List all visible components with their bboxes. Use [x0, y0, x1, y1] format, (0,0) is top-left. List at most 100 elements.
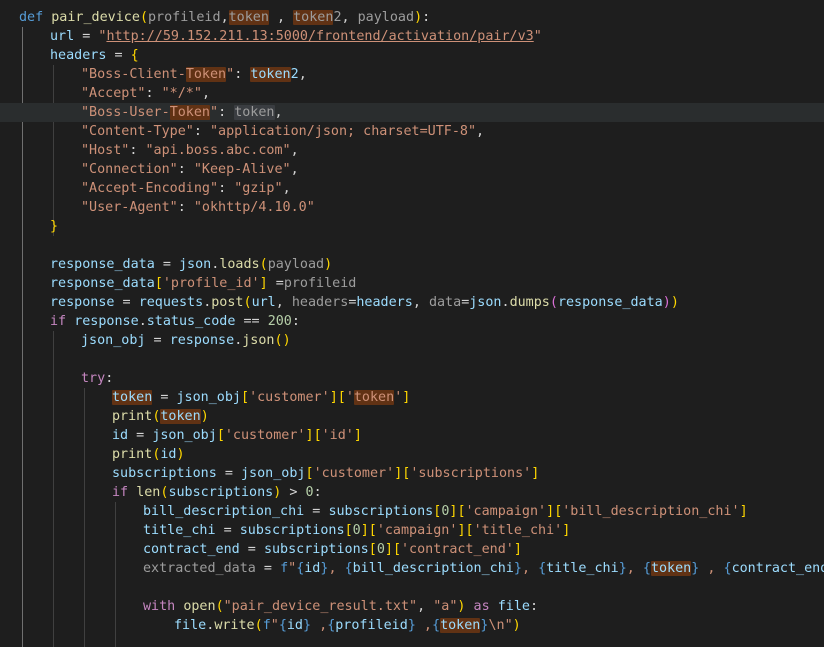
code-token: try	[81, 371, 106, 386]
code-token: def	[19, 10, 44, 25]
code-line[interactable]	[0, 350, 824, 369]
code-token: open	[183, 599, 216, 614]
code-token: ,	[415, 618, 432, 633]
code-token: "Boss-Client-	[81, 67, 186, 82]
code-token: )	[200, 409, 209, 424]
code-line[interactable]: "Accept-Encoding": "gzip",	[0, 179, 824, 198]
code-token: "api.boss.abc.com"	[145, 143, 291, 158]
code-token: token	[112, 390, 153, 405]
code-token: id	[112, 428, 129, 443]
code-line[interactable]: file.write(f"{id} ,{profileid} ,{token}\…	[0, 616, 824, 635]
code-token: ==	[235, 314, 268, 329]
code-line[interactable]: response = requests.post(url, headers=he…	[0, 293, 824, 312]
code-line[interactable]: print(token)	[0, 407, 824, 426]
code-token: headers	[356, 295, 413, 310]
code-line[interactable]	[0, 578, 824, 597]
code-token: subscriptions	[112, 466, 217, 481]
code-token: [	[368, 542, 377, 557]
code-token: =	[154, 257, 179, 272]
code-token: 200	[267, 314, 292, 329]
code-line[interactable]: }	[0, 217, 824, 236]
code-line[interactable]: "Host": "api.boss.abc.com",	[0, 141, 824, 160]
code-token: ,	[274, 105, 283, 120]
code-editor[interactable]: def pair_device(profileid,token , token2…	[0, 0, 824, 647]
code-line[interactable]	[0, 236, 824, 255]
code-token: json	[179, 257, 212, 272]
code-token: >	[281, 485, 306, 500]
code-token: )	[324, 257, 333, 272]
code-token: id	[304, 561, 321, 576]
code-line[interactable]: token = json_obj['customer']['token']	[0, 388, 824, 407]
code-token: file	[497, 599, 530, 614]
code-token: "application/json; charset=UTF-8"	[210, 124, 477, 139]
code-token: ,	[290, 162, 299, 177]
code-token: ,	[220, 10, 229, 25]
code-line-text: with open("pair_device_result.txt", "a")…	[143, 597, 538, 616]
code-token: :	[422, 10, 431, 25]
code-token: ]	[305, 428, 314, 443]
code-line-text: print(id)	[112, 445, 185, 464]
code-token: with	[143, 599, 176, 614]
code-token: }	[303, 618, 312, 633]
code-line[interactable]: with open("pair_device_result.txt", "a")…	[0, 597, 824, 616]
code-line[interactable]: contract_end = subscriptions[0]['contrac…	[0, 540, 824, 559]
code-line[interactable]: response_data['profile_id'] =profileid	[0, 274, 824, 293]
code-line[interactable]: "Boss-User-Token": token,	[0, 103, 824, 122]
code-token: ,	[275, 295, 292, 310]
code-token: file	[174, 618, 207, 633]
code-token: "User-Agent"	[81, 200, 178, 215]
code-token: 2	[333, 10, 342, 25]
code-token: ,	[476, 124, 485, 139]
code-line[interactable]: response_data = json.loads(payload)	[0, 255, 824, 274]
code-line[interactable]: headers = {	[0, 46, 824, 65]
code-token: {	[344, 561, 353, 576]
code-line[interactable]: "User-Agent": "okhttp/4.10.0"	[0, 198, 824, 217]
code-line-text: "Host": "api.boss.abc.com",	[81, 141, 299, 160]
code-line[interactable]: url = "http://59.152.211.13:5000/fronten…	[0, 27, 824, 46]
code-token: 'customer'	[249, 390, 330, 405]
code-token: "	[226, 67, 235, 82]
code-line-text: "Boss-User-Token": token,	[81, 103, 283, 122]
code-line-text: "Connection": "Keep-Alive",	[81, 160, 299, 179]
code-token: Token	[185, 67, 227, 82]
code-token: }	[618, 561, 627, 576]
code-token: =	[128, 428, 153, 443]
code-token: \n	[488, 618, 505, 633]
code-line[interactable]: extracted_data = f"{id}, {bill_descripti…	[0, 559, 824, 578]
code-line[interactable]: "Accept": "*/*",	[0, 84, 824, 103]
code-line[interactable]: title_chi = subscriptions[0]['campaign']…	[0, 521, 824, 540]
code-token: payload	[357, 10, 415, 25]
code-token: response	[50, 295, 115, 310]
code-token: "	[288, 561, 297, 576]
code-line[interactable]: if len(subscriptions) > 0:	[0, 483, 824, 502]
code-line[interactable]: bill_description_chi = subscriptions[0][…	[0, 502, 824, 521]
code-token: {	[538, 561, 547, 576]
code-token: [	[313, 428, 322, 443]
code-line[interactable]: try:	[0, 369, 824, 388]
code-line[interactable]: "Content-Type": "application/json; chars…	[0, 122, 824, 141]
code-line[interactable]: "Boss-Client-Token": token2,	[0, 65, 824, 84]
code-token: =	[239, 542, 264, 557]
code-line[interactable]: subscriptions = json_obj['customer']['su…	[0, 464, 824, 483]
code-token: profileid	[283, 276, 357, 291]
code-line[interactable]: id = json_obj['customer']['id']	[0, 426, 824, 445]
code-token: {	[723, 561, 732, 576]
code-line-text: if response.status_code == 200:	[50, 312, 300, 331]
code-token: :	[218, 105, 235, 120]
code-line[interactable]: "Connection": "Keep-Alive",	[0, 160, 824, 179]
code-token: ]	[402, 390, 411, 405]
code-line[interactable]: if response.status_code == 200:	[0, 312, 824, 331]
code-line-text: "Boss-Client-Token": token2,	[81, 65, 307, 84]
code-token: =	[255, 561, 281, 576]
code-token: f	[262, 618, 271, 633]
code-token: 2	[290, 67, 299, 82]
code-line[interactable]: def pair_device(profileid,token , token2…	[0, 8, 824, 27]
code-token: }	[407, 618, 416, 633]
code-token: id	[160, 447, 177, 462]
code-line[interactable]: print(id)	[0, 445, 824, 464]
code-token: write	[214, 618, 255, 633]
code-line[interactable]: json_obj = response.json()	[0, 331, 824, 350]
code-token: {	[642, 561, 651, 576]
code-token: "	[504, 618, 513, 633]
